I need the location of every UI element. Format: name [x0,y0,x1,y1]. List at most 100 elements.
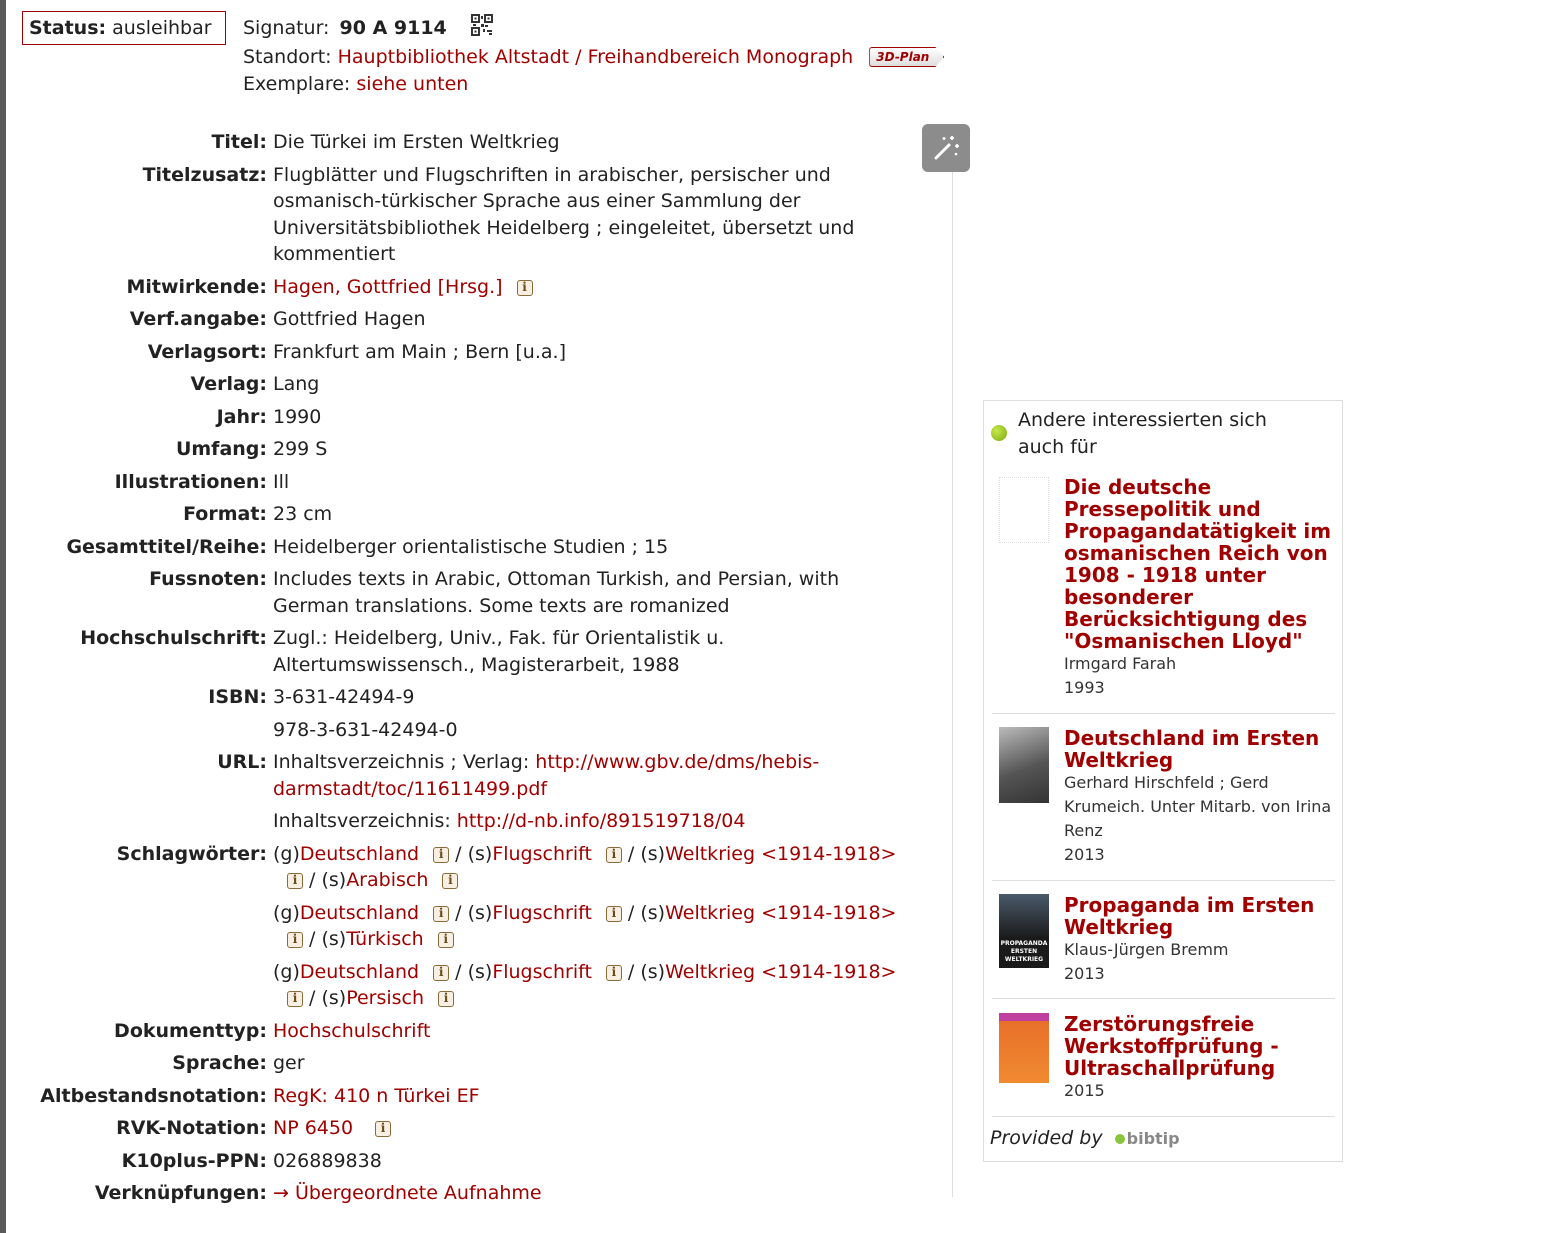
info-icon[interactable]: i [438,991,455,1007]
label-hochschulschrift: Hochschulschrift: [80,627,267,649]
signatur-line: Signatur: 90 A 9114 [243,14,944,44]
subject-separator: / [455,842,462,865]
standort-link[interactable]: Hauptbibliothek Altstadt / Freihandberei… [338,46,854,68]
subject-link[interactable]: Flugschrift [492,902,592,924]
row-umfang: Umfang: 299 S [0,436,915,463]
recommendation-item[interactable]: PROPAGANDA ERSTEN WELTKRIEG Propaganda i… [992,894,1335,999]
value-verlagsort: Frankfurt am Main ; Bern [u.a.] [273,340,566,363]
signatur-value: 90 A 9114 [339,17,447,39]
subject-separator: / [455,901,462,924]
subject-prefix: (s) [467,960,493,983]
book-cover [999,1013,1049,1083]
status-value: ausleihbar [112,17,212,39]
rvk-link[interactable]: NP 6450 [273,1117,353,1139]
qr-code-icon[interactable] [470,14,493,44]
recommendation-year: 2013 [1064,845,1105,864]
row-fussnoten: Fussnoten: Includes texts in Arabic, Ott… [0,566,915,619]
recommendation-title[interactable]: Die deutsche Pressepolitik und Propagand… [1064,476,1334,652]
row-schlagwoerter: Schlagwörter: (g)Deutschland i / (s)Flugsc… [0,841,915,1012]
subject-prefix: (s) [640,842,666,865]
book-cover: PROPAGANDA ERSTEN WELTKRIEG [999,894,1049,968]
isbn-13: 978-3-631-42494-0 [273,718,458,741]
subject-link[interactable]: Deutschland [300,843,419,865]
subject-link[interactable]: Weltkrieg <1914-1918> [665,902,896,924]
info-icon[interactable]: i [437,932,454,948]
row-hochschulschrift: Hochschulschrift: Zugl.: Heidelberg, Uni… [0,625,915,678]
subject-link[interactable]: Deutschland [300,961,419,983]
url-prefix: Inhaltsverzeichnis: [273,810,457,832]
bibtip-logo[interactable]: bibtip [1114,1129,1180,1148]
exemplare-link[interactable]: siehe unten [356,73,468,95]
recommendation-title[interactable]: Propaganda im Ersten Weltkrieg [1064,894,1334,938]
parent-record-link[interactable]: Übergeordnete Aufnahme [295,1182,542,1204]
info-icon[interactable]: i [287,873,303,889]
info-icon[interactable]: i [375,1121,392,1137]
info-icon[interactable]: i [605,964,622,981]
recommendation-item[interactable]: Zerstörungsfreie Werkstoffprüfung - Ultr… [992,1013,1335,1117]
label-verlag: Verlag: [190,373,267,395]
subject-link[interactable]: Türkisch [346,928,424,950]
subject-link[interactable]: Flugschrift [492,961,592,983]
info-icon[interactable]: i [516,279,533,296]
subject-link[interactable]: Flugschrift [492,843,592,865]
subject-chain: (g)Deutschland i / (s)Flugschrift i / (s)Wel… [273,959,903,1012]
recommendation-author: Klaus-Jürgen Bremm [1064,940,1229,959]
label-altbestand: Altbestandsnotation: [40,1084,267,1107]
row-jahr: Jahr: 1990 [0,404,915,431]
label-fussnoten: Fussnoten: [149,568,267,590]
label-titel: Titel: [211,131,267,153]
label-mitwirkende: Mitwirkende: [126,275,267,298]
subject-link[interactable]: Persisch [346,987,424,1009]
info-icon[interactable]: i [287,932,303,948]
value-sprache: ger [273,1052,305,1074]
subject-separator: / [627,960,635,983]
recommendation-item[interactable]: Deutschland im Ersten Weltkrieg Gerhard … [992,727,1335,881]
label-verlagsort: Verlagsort: [147,340,267,363]
magic-wand-button[interactable] [922,124,970,172]
info-icon[interactable]: i [605,846,622,863]
value-fussnoten: Includes texts in Arabic, Ottoman Turkis… [273,568,840,617]
label-url: URL: [217,751,267,773]
label-rvk: RVK-Notation: [116,1117,267,1139]
subject-separator: / [309,928,316,950]
info-icon[interactable]: i [287,991,303,1007]
subject-link[interactable]: Deutschland [300,902,419,924]
exemplare-line: Exemplare: siehe unten [243,71,944,98]
info-icon[interactable]: i [433,846,450,863]
value-verlag: Lang [273,373,320,395]
label-verknuepfungen: Verknüpfungen: [94,1182,267,1204]
value-titel: Die Türkei im Ersten Weltkrieg [273,131,560,153]
value-illustrationen: Ill [273,470,290,493]
info-icon[interactable]: i [433,905,450,922]
provided-by: Provided by bibtip [990,1127,1180,1149]
row-dokumenttyp: Dokumenttyp: Hochschulschrift [0,1018,915,1045]
magic-wand-icon [934,136,959,160]
holding-info: Signatur: 90 A 9114 Standort: Hauptbibli… [243,14,945,98]
3d-plan-button[interactable]: 3D-Plan [869,47,945,67]
label-sprache: Sprache: [172,1052,267,1074]
value-reihe: Heidelberger orientalistische Studien ; … [273,535,669,558]
recommendation-year: 2013 [1064,964,1105,983]
url-entry: Inhaltsverzeichnis: http://d-nb.info/891… [273,808,903,835]
info-icon[interactable]: i [442,873,459,889]
label-titelzusatz: Titelzusatz: [142,163,267,186]
recommendation-title[interactable]: Zerstörungsfreie Werkstoffprüfung - Ultr… [1064,1013,1334,1079]
label-schlagwoerter: Schlagwörter: [116,842,267,865]
recommendation-title[interactable]: Deutschland im Ersten Weltkrieg [1064,727,1334,771]
label-illustrationen: Illustrationen: [114,470,267,493]
subject-link[interactable]: Arabisch [346,869,428,891]
url-link-dnb[interactable]: http://d-nb.info/891519718/04 [457,810,746,832]
row-verfangabe: Verf.angabe: Gottfried Hagen [0,306,915,333]
arrow-right-icon: → [273,1182,289,1204]
subject-chain: (g)Deutschland i / (s)Flugschrift i / (s)Wel… [273,900,903,953]
info-icon[interactable]: i [605,905,622,922]
value-jahr: 1990 [273,405,322,428]
subject-link[interactable]: Weltkrieg <1914-1918> [665,961,896,983]
info-icon[interactable]: i [433,964,450,981]
dokumenttyp-link[interactable]: Hochschulschrift [273,1020,430,1042]
recommendation-item[interactable]: Die deutsche Pressepolitik und Propagand… [992,476,1335,714]
altbestand-link[interactable]: RegK: 410 n Türkei EF [273,1085,480,1107]
mitwirkende-link[interactable]: Hagen, Gottfried [Hrsg.] [273,276,503,298]
subject-link[interactable]: Weltkrieg <1914-1918> [665,843,896,865]
row-sprache: Sprache: ger [0,1050,915,1077]
